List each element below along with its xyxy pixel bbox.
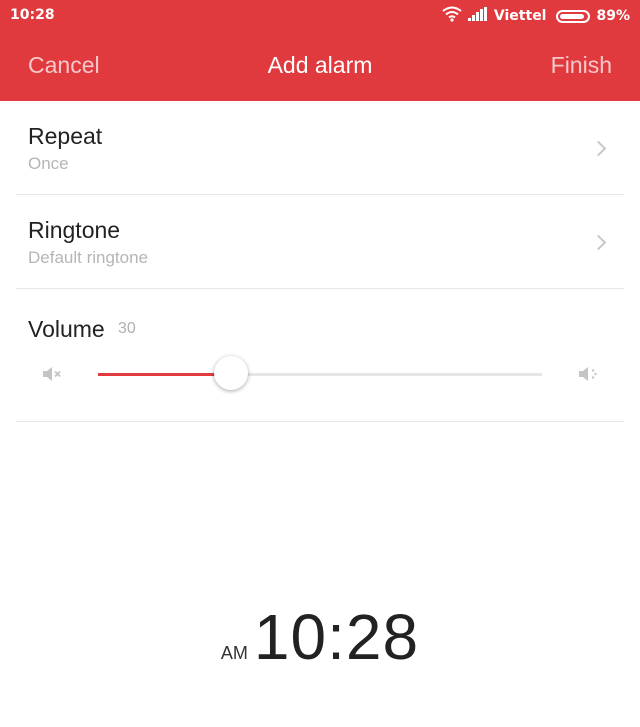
chevron-right-icon [590, 234, 607, 251]
volume-slider[interactable] [98, 356, 542, 390]
battery-percent: 89% [596, 8, 630, 24]
page-title: Add alarm [267, 52, 373, 78]
volume-row: Volume 30 [0, 289, 640, 421]
status-indicators: Viettel 89% [442, 6, 630, 26]
volume-slider-thumb[interactable] [214, 356, 249, 390]
wifi-icon [442, 6, 462, 26]
time-picker[interactable]: AM 10:28 [0, 600, 640, 674]
divider [16, 421, 624, 422]
volume-value: 30 [118, 320, 136, 337]
volume-slider-fill [98, 373, 232, 376]
repeat-row[interactable]: Repeat Once [0, 101, 640, 195]
volume-max-icon[interactable] [578, 366, 600, 386]
battery-icon [556, 9, 591, 23]
status-time: 10:28 [10, 7, 55, 23]
ringtone-label: Ringtone [28, 217, 121, 243]
volume-mute-icon[interactable] [42, 366, 64, 386]
signal-icon [467, 7, 488, 25]
chevron-right-icon [590, 140, 607, 157]
carrier-name: Viettel [493, 8, 547, 24]
ringtone-value: Default ringtone [28, 248, 149, 267]
repeat-value: Once [28, 154, 69, 173]
status-bar: 10:28 Viettel 89% [0, 0, 640, 32]
ampm-indicator[interactable]: AM [221, 643, 248, 663]
alarm-time[interactable]: 10:28 [254, 601, 419, 673]
finish-button[interactable]: Finish [551, 52, 612, 79]
ringtone-row[interactable]: Ringtone Default ringtone [0, 195, 640, 288]
volume-label: Volume [28, 316, 105, 342]
toolbar: Cancel Add alarm Finish [0, 32, 640, 101]
battery-level-fill [560, 13, 584, 19]
repeat-label: Repeat [28, 123, 103, 149]
